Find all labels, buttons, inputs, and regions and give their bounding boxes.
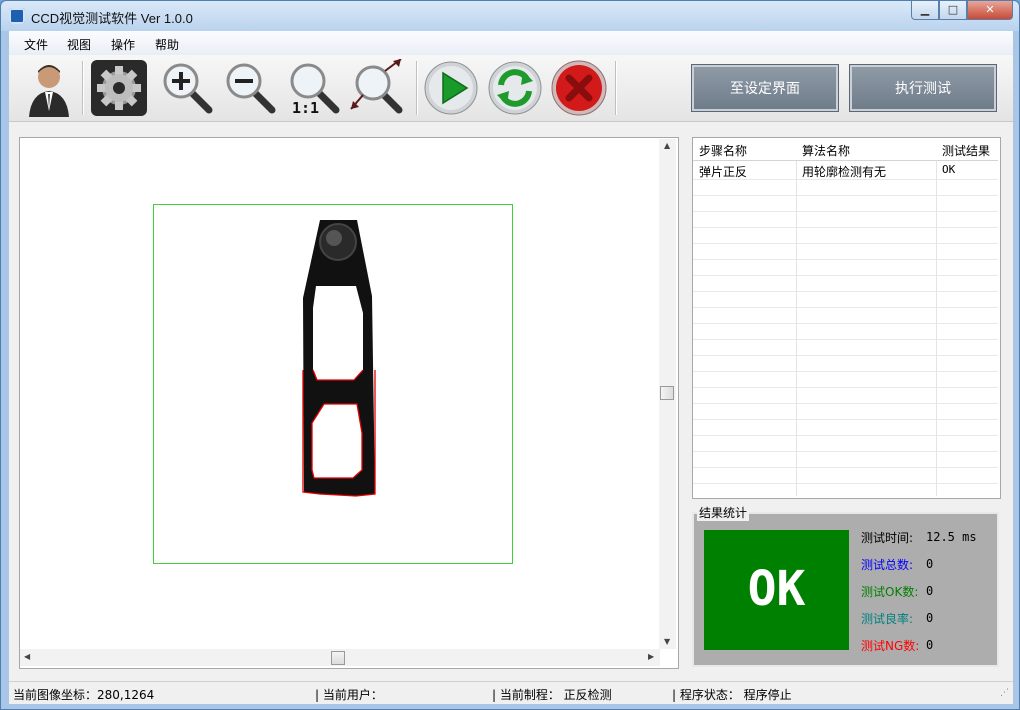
scroll-up-arrow-icon[interactable]: ▲ [664, 141, 670, 150]
menu-file[interactable]: 文件 [24, 36, 48, 53]
user-icon [29, 65, 69, 117]
horizontal-scroll-thumb[interactable] [331, 651, 345, 665]
scroll-left-arrow-icon[interactable]: ◀ [24, 652, 30, 661]
play-icon [424, 61, 478, 115]
stop-icon [551, 60, 607, 116]
settings-button[interactable] [91, 59, 147, 117]
zoom-out-icon [226, 63, 276, 114]
test-ng-count-value: 0 [926, 638, 934, 652]
close-button[interactable]: ✕ [967, 1, 1013, 20]
column-header-algorithm-name[interactable]: 算法名称 [802, 142, 850, 159]
app-icon [9, 8, 25, 24]
menu-view[interactable]: 视图 [67, 36, 91, 53]
zoom-fit-button[interactable] [349, 58, 405, 117]
stop-button[interactable] [551, 59, 607, 117]
result-indicator: OK [704, 530, 849, 650]
to-settings-button[interactable]: 至设定界面 [692, 65, 838, 111]
zoom-out-button[interactable] [222, 59, 278, 117]
test-total-label: 测试总数: [861, 558, 914, 572]
refresh-button[interactable] [487, 59, 543, 117]
refresh-icon [488, 61, 542, 115]
test-time-value: 12.5 ms [926, 530, 977, 544]
zoom-actual-size-button[interactable]: 1:1 [286, 59, 342, 117]
image-view[interactable] [19, 137, 679, 669]
test-ng-count-label: 测试NG数: [861, 639, 920, 653]
test-yield-label: 测试良率: [861, 612, 914, 626]
run-button[interactable] [423, 59, 479, 117]
user-button[interactable] [21, 59, 77, 117]
gear-icon [91, 60, 147, 116]
test-time-label: 测试时间: [861, 531, 914, 545]
status-current-user: | 当前用户： [315, 688, 383, 702]
part-image [302, 220, 376, 497]
zoom-1to1-label: 1:1 [292, 99, 320, 117]
scroll-right-arrow-icon[interactable]: ▶ [648, 652, 654, 661]
window-title: CCD视觉测试软件 Ver 1.0.0 [31, 11, 193, 26]
table-cell-algorithm: 用轮廓检测有无 [802, 165, 887, 179]
app-window: CCD视觉测试软件 Ver 1.0.0 ▁ □ ✕ 文件 视图 操作 帮助 1:… [0, 0, 1020, 710]
maximize-button[interactable]: □ [939, 1, 967, 20]
zoom-fit-icon [350, 58, 403, 114]
column-header-step-name[interactable]: 步骤名称 [699, 142, 747, 159]
zoom-in-button[interactable] [159, 59, 215, 117]
status-image-coordinates: 当前图像坐标：280,1264 [13, 688, 155, 702]
test-total-value: 0 [926, 557, 934, 571]
results-table[interactable]: 步骤名称 算法名称 测试结果 弹片正反 用轮廓检测有无 OK [692, 137, 1001, 499]
zoom-in-icon [163, 63, 213, 114]
menu-help[interactable]: 帮助 [155, 36, 179, 53]
menu-operate[interactable]: 操作 [111, 36, 135, 53]
vertical-scroll-thumb[interactable] [660, 386, 674, 400]
test-yield-value: 0 [926, 611, 934, 625]
title-bar[interactable]: CCD视觉测试软件 Ver 1.0.0 ▁ □ ✕ [1, 1, 1019, 31]
toolbar: 1:1 至设定界面 执行测试 [9, 55, 1013, 122]
resize-grip-icon[interactable]: ⋰ [1000, 688, 1009, 698]
client-area: 文件 视图 操作 帮助 1:1 至设定界面 执行测试 ▲ ▼ ◀ ▶ 步骤名称 … [9, 31, 1013, 704]
status-current-process: | 当前制程： 正反检测 [492, 688, 612, 702]
result-stats-title: 结果统计 [697, 504, 750, 521]
table-cell-result: OK [942, 163, 956, 176]
run-test-button[interactable]: 执行测试 [850, 65, 996, 111]
test-ok-count-value: 0 [926, 584, 934, 598]
minimize-button[interactable]: ▁ [911, 1, 939, 20]
menu-bar: 文件 视图 操作 帮助 [9, 31, 1013, 55]
test-ok-count-label: 测试OK数: [861, 585, 919, 599]
table-cell-step: 弹片正反 [699, 165, 748, 179]
column-header-test-result[interactable]: 测试结果 [942, 142, 990, 159]
status-bar: 当前图像坐标：280,1264 | 当前用户： | 当前制程： 正反检测 | 程… [9, 681, 1013, 704]
scroll-down-arrow-icon[interactable]: ▼ [664, 637, 670, 646]
status-program-state: | 程序状态： 程序停止 [672, 688, 792, 702]
